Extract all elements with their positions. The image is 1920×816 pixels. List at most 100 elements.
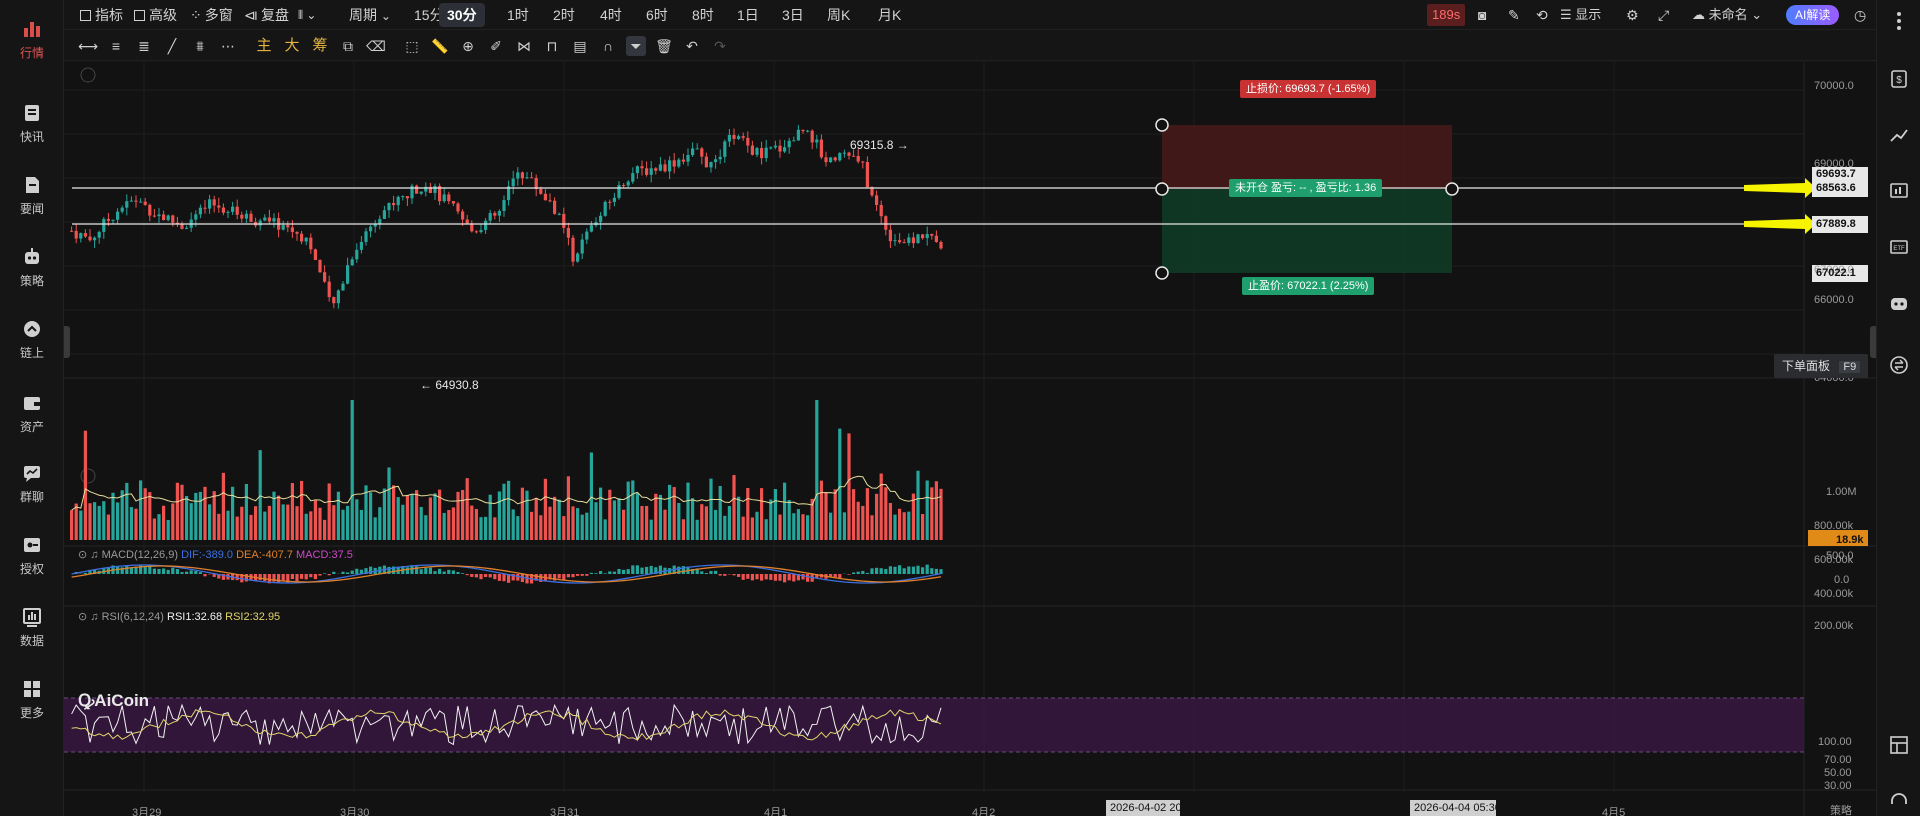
- macd-bar: [557, 574, 561, 579]
- replay-button[interactable]: ⧏ 复盘: [244, 0, 289, 30]
- candle-body: [300, 233, 304, 242]
- chart-area[interactable]: 70000.0 69000.0 67000.0 66000.0 64000.0 …: [64, 62, 1876, 816]
- note-icon[interactable]: ▤: [570, 36, 590, 56]
- volume-bar: [681, 519, 685, 540]
- main-indicator-button[interactable]: 主: [254, 36, 274, 56]
- bell-icon[interactable]: ♫: [90, 549, 98, 561]
- more-tools-icon[interactable]: ⋯: [218, 36, 238, 56]
- macd-bar: [189, 570, 193, 574]
- period-dropdown[interactable]: 周期 ⌄: [349, 0, 391, 30]
- timeframe-1d[interactable]: 1日: [737, 0, 759, 30]
- macd-bar: [888, 566, 892, 574]
- nav-item-onchain[interactable]: 链上: [0, 318, 64, 361]
- layout-dropdown[interactable]: ☁ 未命名 ⌄: [1692, 0, 1762, 30]
- chips-button[interactable]: 筹: [310, 36, 330, 56]
- nav-item-authorize[interactable]: 授权: [0, 534, 64, 577]
- bot-icon[interactable]: [1888, 292, 1910, 314]
- trend-icon[interactable]: [1888, 124, 1910, 146]
- nav-item-group-chat[interactable]: 群聊: [0, 462, 64, 505]
- multiwindow-button[interactable]: ⁘ 多窗: [190, 0, 233, 30]
- chart-type-dropdown[interactable]: ⫴ ⌄: [298, 0, 316, 30]
- left-collapse-handle[interactable]: [64, 326, 70, 358]
- entry-status-label: 未开仓 盈亏: -- , 盈亏比: 1.36: [1229, 179, 1383, 197]
- erase-drawings-icon[interactable]: ⌫: [366, 36, 386, 56]
- fullscreen-icon[interactable]: ⤢: [1658, 0, 1669, 30]
- ai-interpret-button[interactable]: AI解读: [1786, 5, 1840, 25]
- big-order-button[interactable]: 大: [282, 36, 302, 56]
- timeframe-1h[interactable]: 1时: [507, 0, 529, 30]
- display-button[interactable]: ☰ 显示: [1560, 0, 1601, 30]
- brush-icon[interactable]: ✐: [486, 36, 506, 56]
- select-tool-icon[interactable]: ⬚: [402, 36, 422, 56]
- headset-icon[interactable]: [1888, 790, 1910, 812]
- trash-icon[interactable]: 🗑: [654, 36, 674, 56]
- compare-icon[interactable]: ⧉: [338, 36, 358, 56]
- trendline-tool-icon[interactable]: ╱: [162, 36, 182, 56]
- kline-chart[interactable]: [64, 62, 1876, 816]
- candle-body: [171, 215, 175, 223]
- indicators-button[interactable]: 指标: [80, 0, 123, 30]
- swap-icon[interactable]: [1888, 354, 1910, 376]
- volume-bar: [493, 517, 497, 540]
- candle-body: [451, 201, 455, 204]
- macd-bar: [622, 569, 626, 574]
- volume-bar: [819, 480, 823, 540]
- fib-tool-icon[interactable]: ⩩: [190, 36, 210, 56]
- candle-body: [847, 152, 851, 156]
- layout-panel-icon[interactable]: [1888, 734, 1910, 756]
- candle-body: [116, 211, 120, 220]
- lines-tool-icon[interactable]: ≡: [106, 36, 126, 56]
- dollar-doc-icon[interactable]: $: [1888, 68, 1910, 90]
- volume-bar: [732, 475, 736, 540]
- nav-item-headlines[interactable]: 要闻: [0, 174, 64, 217]
- collapse-icon[interactable]: ⊙: [78, 549, 87, 561]
- monitor-chart-icon[interactable]: [1888, 180, 1910, 202]
- etf-icon[interactable]: ETF: [1888, 236, 1910, 258]
- sync-icon[interactable]: ⟲: [1536, 0, 1548, 30]
- volume-current-label: 18.9k: [1836, 534, 1864, 546]
- channel-tool-icon[interactable]: ≣: [134, 36, 154, 56]
- cursor-time-label-2: 2026-04-04 05:30: [1414, 802, 1501, 814]
- timeframe-6h[interactable]: 6时: [646, 0, 668, 30]
- volume-bar: [677, 502, 681, 540]
- more-vertical-icon[interactable]: [1888, 10, 1910, 32]
- magnet-icon[interactable]: ∩: [598, 36, 618, 56]
- ruler-icon[interactable]: 📏: [430, 36, 450, 56]
- camera-icon[interactable]: ◙: [1478, 0, 1486, 30]
- volume-bar: [865, 488, 869, 540]
- advanced-button[interactable]: 高级: [134, 0, 177, 30]
- undo-icon[interactable]: ↶: [682, 36, 702, 56]
- bell-icon[interactable]: ♫: [90, 611, 98, 623]
- order-panel-tooltip[interactable]: 下单面板 F9: [1774, 354, 1869, 378]
- nav-item-news-flash[interactable]: 快讯: [0, 102, 64, 145]
- redo-icon[interactable]: ↷: [710, 36, 730, 56]
- timeframe-8h[interactable]: 8时: [692, 0, 714, 30]
- timeframe-3d[interactable]: 3日: [782, 0, 804, 30]
- volume-bar: [594, 502, 598, 540]
- nav-item-more[interactable]: 更多: [0, 678, 64, 721]
- collapse-icon[interactable]: ⊙: [78, 611, 87, 623]
- clock-icon[interactable]: ◷: [1854, 0, 1866, 30]
- pattern-icon[interactable]: ⋈: [514, 36, 534, 56]
- timeframe-4h[interactable]: 4时: [600, 0, 622, 30]
- timeframe-2h[interactable]: 2时: [553, 0, 575, 30]
- nav-item-assets[interactable]: 资产: [0, 392, 64, 435]
- candle-body: [125, 201, 129, 208]
- candle-body: [258, 220, 262, 226]
- lock-icon[interactable]: ⊓: [542, 36, 562, 56]
- horizontal-line-tool-icon[interactable]: ⟷: [78, 36, 98, 56]
- timeframe-week[interactable]: 周K: [827, 0, 850, 30]
- edit-icon[interactable]: ✎: [1508, 0, 1520, 30]
- filter-icon[interactable]: ⏷: [626, 36, 646, 56]
- macd-bar: [589, 572, 593, 574]
- timeframe-30m[interactable]: 30分: [439, 3, 485, 27]
- nav-item-data[interactable]: 数据: [0, 606, 64, 649]
- candle-body: [677, 159, 681, 167]
- timeframe-month[interactable]: 月K: [878, 0, 901, 30]
- settings-icon[interactable]: ⚙: [1626, 0, 1639, 30]
- candle-body: [226, 211, 230, 213]
- nav-item-strategy[interactable]: 策略: [0, 246, 64, 289]
- nav-item-market[interactable]: 行情: [0, 8, 64, 66]
- candle-body: [829, 157, 833, 163]
- zoom-in-icon[interactable]: ⊕: [458, 36, 478, 56]
